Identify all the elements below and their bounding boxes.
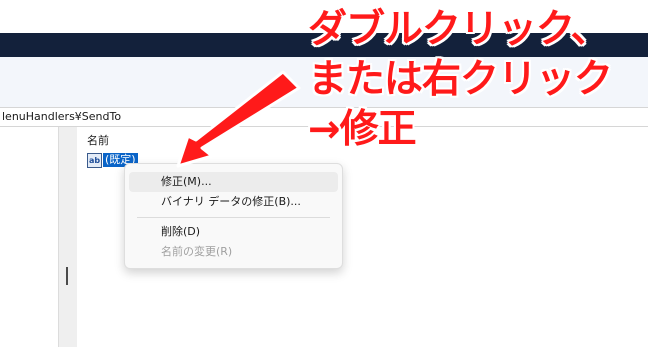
menu-item-modify-binary[interactable]: バイナリ データの修正(B)... — [129, 192, 338, 212]
pane-splitter[interactable] — [58, 127, 78, 347]
menu-separator — [137, 217, 330, 218]
context-menu: 修正(M)... バイナリ データの修正(B)... 削除(D) 名前の変更(R… — [124, 163, 343, 269]
menu-item-rename: 名前の変更(R) — [161, 245, 233, 258]
key-tree-pane[interactable] — [0, 127, 58, 347]
column-header-name[interactable]: 名前 — [87, 131, 207, 151]
annotation-line-3: →修正 — [308, 107, 417, 152]
splitter-grip[interactable] — [66, 267, 68, 285]
menu-item-delete[interactable]: 削除(D) — [129, 222, 338, 242]
annotation-line-2: または右クリック — [308, 57, 613, 102]
annotation-line-1: ダブルクリック、 — [308, 7, 610, 52]
annotation-text: ダブルクリック、 または右クリック →修正 — [308, 5, 648, 155]
address-path: lenuHandlers¥SendTo — [2, 110, 122, 123]
string-value-icon: ab — [87, 153, 102, 168]
menu-item-modify[interactable]: 修正(M)... — [129, 172, 338, 192]
